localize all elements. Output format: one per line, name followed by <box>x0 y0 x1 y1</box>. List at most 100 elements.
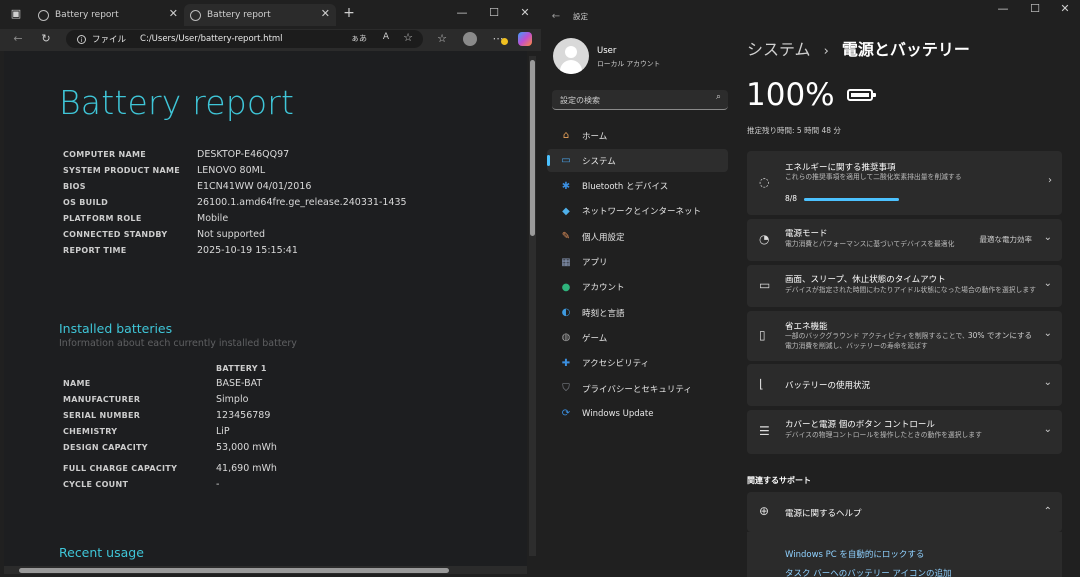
chevron-down-icon[interactable]: ⌄ <box>1044 232 1052 243</box>
sidebar-item-gaming[interactable]: ◍ ゲーム <box>547 326 728 349</box>
help-link-lock[interactable]: Windows PC を自動的にロックする <box>785 548 924 560</box>
tab-label: Battery report <box>207 10 271 20</box>
time-language-icon: ◐ <box>561 307 571 319</box>
info-icon[interactable]: i <box>77 34 86 44</box>
leaf-icon: ◌ <box>759 175 770 189</box>
battery-value: 41,690 mWh <box>216 463 277 474</box>
sidebar-item-home[interactable]: ⌂ ホーム <box>547 124 728 147</box>
info-label: PLATFORM ROLE <box>63 214 142 223</box>
sidebar-item-bluetooth[interactable]: ✱ Bluetooth とデバイス <box>547 175 728 198</box>
sidebar-item-label: アプリ <box>582 258 608 268</box>
battery-value: Simplo <box>216 394 249 405</box>
user-account-type: ローカル アカウント <box>597 60 661 68</box>
card-title: バッテリーの使用状況 <box>785 381 871 391</box>
chevron-down-icon[interactable]: ⌄ <box>1044 278 1052 289</box>
battery-percent: 100% <box>746 77 835 113</box>
setting-card-screen-timeout[interactable]: ▭ 画面、スリープ、休止状態のタイムアウト デバイスが指定された時間にわたりアイドル… <box>747 265 1062 307</box>
info-value: DESKTOP-E46QQ97 <box>197 149 290 160</box>
profile-avatar[interactable] <box>463 32 477 46</box>
card-title: カバーと電源 個のボタン コントロール <box>785 420 935 430</box>
battery-icon <box>847 89 876 101</box>
sidebar-item-network[interactable]: ◆ ネットワークとインターネット <box>547 200 728 223</box>
back-icon[interactable]: ← <box>550 9 562 25</box>
setting-card-chart[interactable]: ⌊ バッテリーの使用状況 ⌄ <box>747 364 1062 406</box>
favorite-star-icon[interactable]: ☆ <box>403 31 413 44</box>
copilot-icon[interactable] <box>518 32 532 46</box>
chevron-down-icon[interactable]: ⌄ <box>1044 377 1052 388</box>
system-icon: ▭ <box>561 155 571 167</box>
tab-2[interactable]: Battery report ✕ <box>184 4 336 26</box>
setting-card-leaf[interactable]: ◌ エネルギーに関する推奨事項 これらの推奨事項を適用して二酸化炭素排出量を削減する… <box>747 151 1062 215</box>
breadcrumb-parent[interactable]: システム <box>747 40 811 59</box>
info-value: 2025-10-19 15:15:41 <box>197 245 298 256</box>
tab-1[interactable]: Battery report ✕ <box>32 4 184 26</box>
search-input[interactable]: 設定の検索 ⌕ <box>552 90 728 110</box>
battery-value: 123456789 <box>216 410 271 421</box>
card-title: 電源モード <box>785 229 828 239</box>
sidebar-item-personalize[interactable]: ✎ 個人用設定 <box>547 225 728 248</box>
maximize-icon[interactable]: ☐ <box>1027 1 1043 17</box>
maximize-icon[interactable]: ☐ <box>486 5 502 21</box>
globe-icon <box>38 9 49 21</box>
lid-buttons-icon: ☰ <box>759 424 770 438</box>
power-mode-icon: ◔ <box>759 232 770 246</box>
battery-value: 53,000 mWh <box>216 442 277 453</box>
sidebar-item-label: アカウント <box>582 283 625 294</box>
setting-card-energy-saver[interactable]: ▯ 省エネ機能 一部のバックグラウンド アクティビティを制限することで、電力消費を削… <box>747 311 1062 361</box>
help-title: 電源に関するヘルプ <box>785 509 862 519</box>
minimize-icon[interactable]: — <box>995 1 1011 17</box>
globe-icon <box>190 9 201 21</box>
home-icon: ⌂ <box>562 130 570 141</box>
help-card[interactable]: ⊕ 電源に関するヘルプ ⌃ <box>747 492 1062 532</box>
close-tab-icon[interactable]: ✕ <box>169 7 178 20</box>
tab-actions-icon[interactable]: ▣ <box>8 6 24 22</box>
help-links-panel: Windows PC を自動的にロックする タスク バーへのバッテリー アイコン… <box>747 532 1062 577</box>
avatar[interactable] <box>553 38 589 74</box>
read-aloud-icon[interactable]: A <box>383 32 389 42</box>
sidebar-item-shield[interactable]: ⛉ プライバシーとセキュリティ <box>547 377 728 400</box>
close-tab-icon[interactable]: ✕ <box>321 7 330 20</box>
info-label: COMPUTER NAME <box>63 150 147 159</box>
sidebar-item-label: Bluetooth とデバイス <box>582 182 669 193</box>
sidebar-item-label: 時刻と言語 <box>582 308 625 319</box>
energy-saver-icon: ▯ <box>759 328 766 342</box>
card-description: デバイスが指定された時間にわたりアイドル状態になった場合の動作を選択します <box>785 286 1036 294</box>
refresh-icon[interactable]: ↻ <box>38 31 54 47</box>
sidebar-item-label: システム <box>582 156 616 167</box>
setting-card-lid-buttons[interactable]: ☰ カバーと電源 個のボタン コントロール デバイスの物理コントロールを操作したとき… <box>747 410 1062 454</box>
info-value: LENOVO 80ML <box>197 165 266 176</box>
sidebar-item-system[interactable]: ▭ システム <box>547 149 728 173</box>
sidebar-item-time-language[interactable]: ◐ 時刻と言語 <box>547 301 728 324</box>
close-window-icon[interactable]: ✕ <box>1057 1 1073 17</box>
battery-label: FULL CHARGE CAPACITY <box>63 464 178 473</box>
info-label: REPORT TIME <box>63 246 127 255</box>
chevron-down-icon[interactable]: ⌄ <box>1044 424 1052 435</box>
battery-label: CHEMISTRY <box>63 427 118 436</box>
setting-card-power-mode[interactable]: ◔ 電源モード 電力消費とパフォーマンスに基づいてデバイスを最適化 最適な電力効率 ⌄ <box>747 219 1062 261</box>
horizontal-scroll-thumb[interactable] <box>19 568 449 573</box>
favorites-icon[interactable]: ☆ <box>434 31 450 47</box>
sidebar-item-windows-update[interactable]: ⟳ Windows Update <box>547 402 728 425</box>
help-link-taskbar[interactable]: タスク バーへのバッテリー アイコンの追加 <box>785 567 951 577</box>
battery-value: - <box>216 479 220 490</box>
back-icon[interactable]: ← <box>10 31 26 47</box>
chart-icon: ⌊ <box>759 377 764 391</box>
chevron-up-icon[interactable]: ⌃ <box>1044 506 1052 517</box>
sidebar-item-accessibility[interactable]: ✚ アクセシビリティ <box>547 352 728 375</box>
vertical-scroll-thumb[interactable] <box>530 60 535 236</box>
chevron-down-icon[interactable]: ⌄ <box>1044 328 1052 339</box>
installed-subheading: Information about each currently install… <box>59 338 297 349</box>
chevron-right-icon[interactable]: › <box>1048 175 1052 186</box>
close-window-icon[interactable]: ✕ <box>517 5 533 21</box>
sidebar-item-label: アクセシビリティ <box>582 359 650 370</box>
translate-icon[interactable]: ぁあ <box>351 33 367 44</box>
battery-label: CYCLE COUNT <box>63 480 129 489</box>
sidebar-item-apps[interactable]: ▦ アプリ <box>547 251 728 274</box>
sidebar-item-account[interactable]: ● アカウント <box>547 276 728 299</box>
sidebar-item-label: ゲーム <box>582 333 608 344</box>
sidebar-item-label: プライバシーとセキュリティ <box>582 384 692 395</box>
card-description: 電力消費とパフォーマンスに基づいてデバイスを最適化 <box>785 240 955 248</box>
minimize-icon[interactable]: — <box>454 5 470 21</box>
new-tab-button[interactable]: + <box>341 5 357 21</box>
address-bar[interactable]: i ファイル C:/Users/User/battery-report.html… <box>66 30 423 48</box>
